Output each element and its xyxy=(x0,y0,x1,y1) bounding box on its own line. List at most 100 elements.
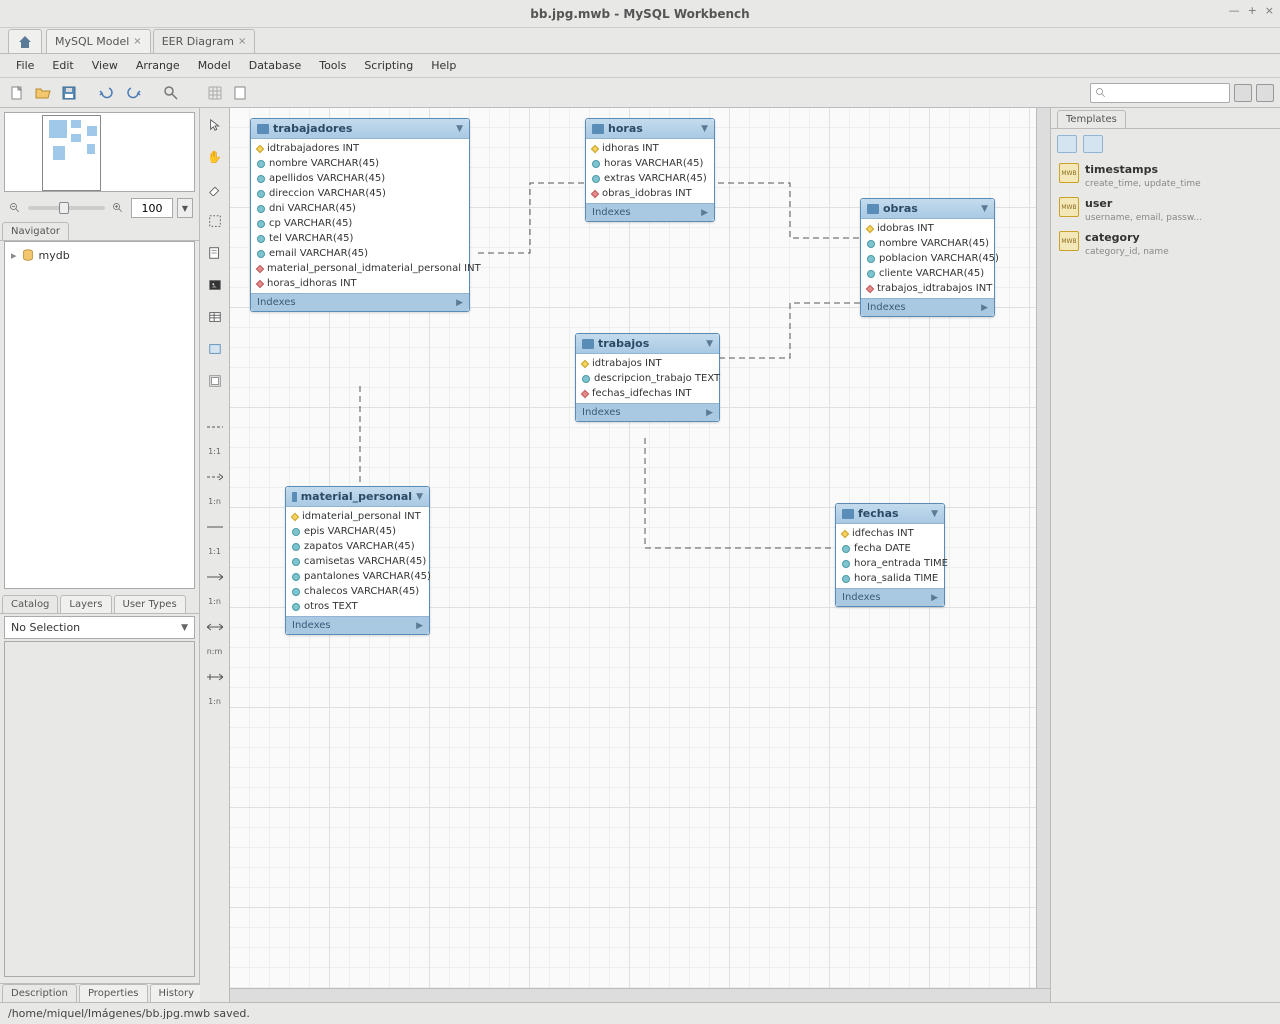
properties-tab[interactable]: Properties xyxy=(79,984,148,1002)
hand-tool[interactable]: ✋ xyxy=(204,146,226,168)
entity-trabajadores[interactable]: trabajadores▼ idtrabajadores INTnombre V… xyxy=(250,118,470,312)
rel-1-n-tool[interactable] xyxy=(204,466,226,488)
template-item-category[interactable]: MWB categorycategory_id, name xyxy=(1057,227,1274,261)
panel-toggle-right-button[interactable] xyxy=(1256,84,1274,102)
history-tab[interactable]: History xyxy=(150,984,204,1002)
selection-combo[interactable]: No Selection ▼ xyxy=(4,616,195,639)
collapse-icon[interactable]: ▼ xyxy=(981,204,988,214)
column-row[interactable]: cliente VARCHAR(45) xyxy=(861,266,994,281)
catalog-tree[interactable]: ▸ mydb xyxy=(4,241,195,589)
undo-button[interactable] xyxy=(96,82,118,104)
maximize-icon[interactable]: + xyxy=(1248,4,1257,17)
navigator-minimap[interactable] xyxy=(4,112,195,192)
entity-material-personal[interactable]: material_personal▼ idmaterial_personal I… xyxy=(285,486,430,635)
new-file-button[interactable] xyxy=(6,82,28,104)
column-row[interactable]: descripcion_trabajo TEXT xyxy=(576,371,719,386)
panel-toggle-left-button[interactable] xyxy=(1234,84,1252,102)
expand-icon[interactable]: ▶ xyxy=(456,298,463,308)
collapse-icon[interactable]: ▼ xyxy=(416,492,423,502)
column-row[interactable]: horas_idhoras INT xyxy=(251,276,469,291)
entity-horas[interactable]: horas▼ idhoras INThoras VARCHAR(45)extra… xyxy=(585,118,715,222)
column-row[interactable]: idmaterial_personal INT xyxy=(286,509,429,524)
zoom-input[interactable] xyxy=(131,198,173,218)
tree-item-mydb[interactable]: ▸ mydb xyxy=(11,248,188,262)
column-row[interactable]: nombre VARCHAR(45) xyxy=(251,156,469,171)
tab-close-icon[interactable]: × xyxy=(133,36,141,47)
expand-icon[interactable]: ▶ xyxy=(706,408,713,418)
grid-button[interactable] xyxy=(204,82,226,104)
rel-n-m-tool[interactable] xyxy=(204,616,226,638)
column-row[interactable]: fechas_idfechas INT xyxy=(576,386,719,401)
expand-icon[interactable]: ▶ xyxy=(416,621,423,631)
expand-icon[interactable]: ▶ xyxy=(701,208,708,218)
layer-tool[interactable] xyxy=(204,210,226,232)
view-tool[interactable] xyxy=(204,338,226,360)
menu-model[interactable]: Model xyxy=(190,57,239,74)
rel-1-n-id-tool[interactable] xyxy=(204,566,226,588)
column-row[interactable]: poblacion VARCHAR(45) xyxy=(861,251,994,266)
align-button[interactable] xyxy=(230,82,252,104)
template-item-timestamps[interactable]: MWB timestampscreate_time, update_time xyxy=(1057,159,1274,193)
column-row[interactable]: chalecos VARCHAR(45) xyxy=(286,584,429,599)
expand-icon[interactable]: ▶ xyxy=(981,303,988,313)
menu-scripting[interactable]: Scripting xyxy=(356,57,421,74)
tree-expand-icon[interactable]: ▸ xyxy=(11,249,17,262)
menu-help[interactable]: Help xyxy=(423,57,464,74)
column-row[interactable]: dni VARCHAR(45) xyxy=(251,201,469,216)
zoom-out-button[interactable] xyxy=(6,199,24,217)
column-row[interactable]: horas VARCHAR(45) xyxy=(586,156,714,171)
entity-obras[interactable]: obras▼ idobras INTnombre VARCHAR(45)pobl… xyxy=(860,198,995,317)
column-row[interactable]: extras VARCHAR(45) xyxy=(586,171,714,186)
diagram-canvas[interactable]: trabajadores▼ idtrabajadores INTnombre V… xyxy=(230,108,1050,1002)
menu-tools[interactable]: Tools xyxy=(311,57,354,74)
note-tool[interactable] xyxy=(204,242,226,264)
collapse-icon[interactable]: ▼ xyxy=(931,509,938,519)
rel-1-1-id-tool[interactable] xyxy=(204,516,226,538)
column-row[interactable]: material_personal_idmaterial_personal IN… xyxy=(251,261,469,276)
column-row[interactable]: idhoras INT xyxy=(586,141,714,156)
menu-edit[interactable]: Edit xyxy=(44,57,81,74)
usertypes-tab[interactable]: User Types xyxy=(114,595,186,613)
layers-tab[interactable]: Layers xyxy=(60,595,111,613)
save-button[interactable] xyxy=(58,82,80,104)
image-tool[interactable] xyxy=(204,274,226,296)
open-file-button[interactable] xyxy=(32,82,54,104)
redo-button[interactable] xyxy=(122,82,144,104)
column-row[interactable]: fecha DATE xyxy=(836,541,944,556)
entity-trabajos[interactable]: trabajos▼ idtrabajos INTdescripcion_trab… xyxy=(575,333,720,422)
pointer-tool[interactable] xyxy=(204,114,226,136)
column-row[interactable]: cp VARCHAR(45) xyxy=(251,216,469,231)
templates-tab[interactable]: Templates xyxy=(1057,110,1126,128)
column-row[interactable]: tel VARCHAR(45) xyxy=(251,231,469,246)
search-input[interactable] xyxy=(1090,83,1230,103)
column-row[interactable]: camisetas VARCHAR(45) xyxy=(286,554,429,569)
menu-file[interactable]: File xyxy=(8,57,42,74)
entity-fechas[interactable]: fechas▼ idfechas INTfecha DATEhora_entra… xyxy=(835,503,945,607)
column-row[interactable]: obras_idobras INT xyxy=(586,186,714,201)
expand-icon[interactable]: ▶ xyxy=(931,593,938,603)
menu-view[interactable]: View xyxy=(84,57,126,74)
home-tab[interactable] xyxy=(8,29,42,53)
find-button[interactable] xyxy=(160,82,182,104)
template-view-icon[interactable] xyxy=(1083,135,1103,153)
column-row[interactable]: otros TEXT xyxy=(286,599,429,614)
navigator-tab[interactable]: Navigator xyxy=(2,222,69,240)
close-icon[interactable]: × xyxy=(1265,4,1274,17)
menu-database[interactable]: Database xyxy=(241,57,310,74)
column-row[interactable]: idtrabajos INT xyxy=(576,356,719,371)
rel-existing-tool[interactable] xyxy=(204,666,226,688)
zoom-in-button[interactable] xyxy=(109,199,127,217)
column-row[interactable]: idobras INT xyxy=(861,221,994,236)
collapse-icon[interactable]: ▼ xyxy=(701,124,708,134)
vertical-scrollbar[interactable] xyxy=(1036,108,1050,988)
column-row[interactable]: idtrabajadores INT xyxy=(251,141,469,156)
column-row[interactable]: idfechas INT xyxy=(836,526,944,541)
column-row[interactable]: hora_salida TIME xyxy=(836,571,944,586)
tab-eer-diagram[interactable]: EER Diagram × xyxy=(153,29,256,53)
column-row[interactable]: pantalones VARCHAR(45) xyxy=(286,569,429,584)
collapse-icon[interactable]: ▼ xyxy=(706,339,713,349)
column-row[interactable]: email VARCHAR(45) xyxy=(251,246,469,261)
routine-tool[interactable] xyxy=(204,370,226,392)
zoom-slider[interactable] xyxy=(28,206,105,210)
table-tool[interactable] xyxy=(204,306,226,328)
